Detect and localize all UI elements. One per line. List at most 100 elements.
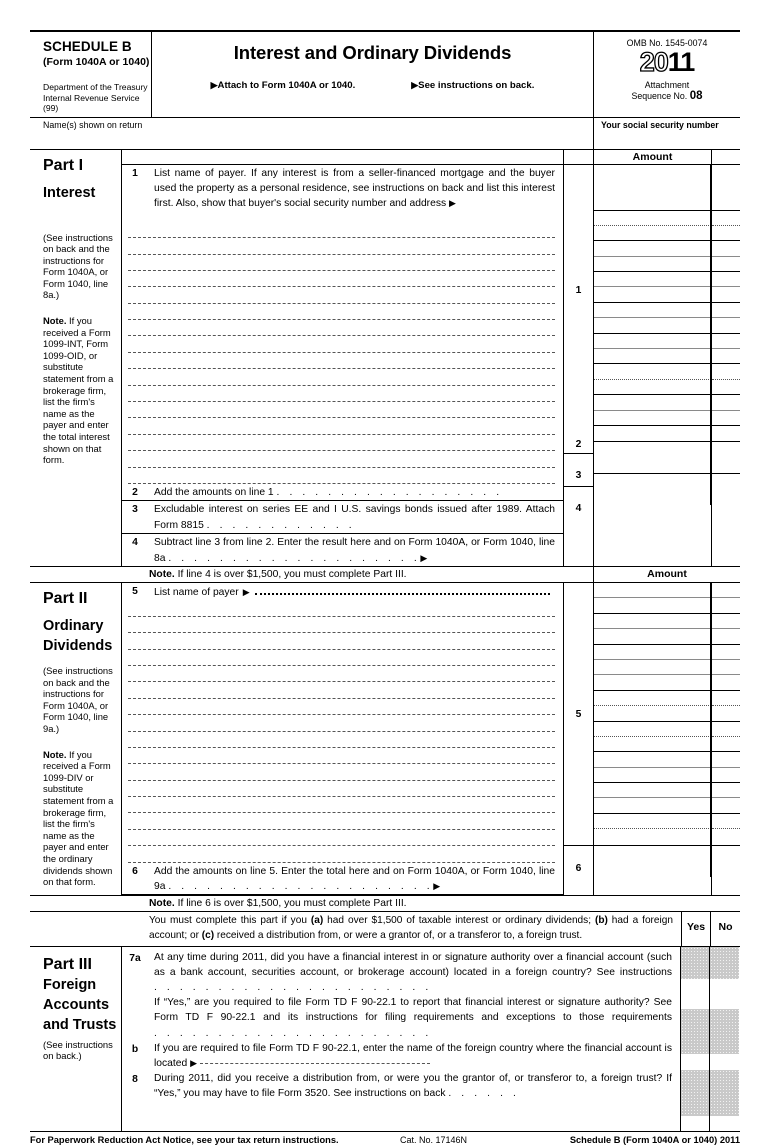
amount-cell[interactable]: [594, 629, 711, 645]
payer-line[interactable]: [128, 650, 555, 666]
payer-line[interactable]: [128, 764, 555, 781]
payer-name-input[interactable]: [254, 584, 550, 595]
part-1-cents-cells[interactable]: [712, 165, 740, 506]
payer-line[interactable]: [128, 846, 555, 863]
amount-cell[interactable]: [594, 318, 711, 334]
cents-cell[interactable]: [712, 614, 740, 630]
payer-line[interactable]: [128, 813, 555, 830]
cents-cell-line-2[interactable]: [712, 426, 740, 443]
cents-cell[interactable]: [712, 272, 740, 288]
foreign-country-input[interactable]: [199, 1063, 430, 1065]
amount-cell[interactable]: [594, 257, 711, 273]
cents-cell[interactable]: [712, 706, 740, 722]
amount-cell[interactable]: [594, 165, 711, 211]
payer-line[interactable]: [128, 732, 555, 748]
amount-cell[interactable]: [594, 737, 711, 753]
cents-cell[interactable]: [712, 411, 740, 426]
cents-cell-line-3[interactable]: [712, 442, 740, 475]
no-checkbox-7a-cont[interactable]: [710, 1054, 739, 1070]
cents-cell[interactable]: [712, 768, 740, 784]
cents-cell[interactable]: [712, 798, 740, 814]
amount-cell[interactable]: [594, 226, 711, 242]
payer-line[interactable]: [128, 748, 555, 765]
ssn-field[interactable]: Your social security number: [594, 118, 740, 149]
amount-cell[interactable]: [594, 768, 711, 784]
yes-checkbox-7a[interactable]: [681, 979, 709, 1009]
payer-line[interactable]: [128, 402, 555, 419]
amount-cell-line-2[interactable]: [594, 426, 711, 443]
payer-line[interactable]: [128, 353, 555, 370]
payer-line[interactable]: [128, 468, 555, 484]
amount-cell[interactable]: [594, 691, 711, 707]
amount-cell[interactable]: [594, 829, 711, 846]
payer-entry-lines[interactable]: [122, 222, 563, 484]
cents-cell[interactable]: [712, 211, 740, 226]
yes-checkbox-7a-cont[interactable]: [681, 1054, 709, 1070]
cents-cell[interactable]: [712, 165, 740, 211]
payer-line[interactable]: [128, 386, 555, 403]
cents-cell[interactable]: [712, 814, 740, 830]
cents-cell-line-6[interactable]: [712, 846, 740, 877]
cents-cell-line-4[interactable]: [712, 474, 740, 505]
yes-checkbox-8[interactable]: [681, 1116, 709, 1131]
amount-cell[interactable]: [594, 349, 711, 365]
payer-line[interactable]: [128, 600, 555, 617]
payer-line[interactable]: [128, 238, 555, 255]
cents-cell[interactable]: [712, 287, 740, 303]
cents-cell[interactable]: [712, 395, 740, 411]
payer-line[interactable]: [128, 617, 555, 634]
cents-cell[interactable]: [712, 645, 740, 660]
dividend-payer-entry-lines[interactable]: [122, 600, 563, 863]
payer-line[interactable]: [128, 255, 555, 271]
payer-line[interactable]: [128, 666, 555, 683]
cents-cell[interactable]: [712, 334, 740, 350]
payer-line[interactable]: [128, 699, 555, 716]
payer-line[interactable]: [128, 451, 555, 468]
cents-cell[interactable]: [712, 380, 740, 396]
amount-cell[interactable]: [594, 783, 711, 799]
amount-cell[interactable]: [594, 411, 711, 426]
amount-cell[interactable]: [594, 272, 711, 288]
cents-cell[interactable]: [712, 783, 740, 799]
amount-cell-line-3[interactable]: [594, 442, 711, 475]
amount-cell[interactable]: [594, 814, 711, 830]
amount-cell[interactable]: [594, 675, 711, 691]
cents-cell[interactable]: [712, 349, 740, 365]
no-checkbox-8[interactable]: [710, 1116, 739, 1131]
amount-cell-line-4[interactable]: [594, 474, 711, 505]
amount-cell[interactable]: [594, 241, 711, 257]
amount-cell[interactable]: [594, 598, 711, 614]
cents-cell[interactable]: [712, 226, 740, 242]
payer-line[interactable]: [128, 830, 555, 847]
amount-cell[interactable]: [594, 211, 711, 226]
amount-cell[interactable]: [594, 334, 711, 350]
payer-line[interactable]: [128, 320, 555, 337]
name-field[interactable]: Name(s) shown on return: [30, 117, 594, 149]
amount-cell[interactable]: [594, 722, 711, 737]
cents-cell[interactable]: [712, 598, 740, 614]
cents-cell[interactable]: [712, 722, 740, 737]
part-2-amount-cells[interactable]: [594, 583, 711, 877]
part-1-amount-cells[interactable]: [594, 164, 711, 506]
amount-cell[interactable]: [594, 645, 711, 660]
amount-cell[interactable]: [594, 798, 711, 814]
amount-cell[interactable]: [594, 303, 711, 319]
amount-cell[interactable]: [594, 380, 711, 396]
cents-cell[interactable]: [712, 241, 740, 257]
cents-cell[interactable]: [712, 364, 740, 380]
amount-cell[interactable]: [594, 364, 711, 380]
amount-cell[interactable]: [594, 660, 711, 676]
payer-line[interactable]: [128, 336, 555, 353]
amount-cell-line-6[interactable]: [594, 846, 711, 877]
payer-line[interactable]: [128, 369, 555, 386]
amount-cell[interactable]: [594, 583, 711, 599]
payer-line[interactable]: [128, 418, 555, 435]
part-2-cents-cells[interactable]: [712, 583, 740, 877]
cents-cell[interactable]: [712, 318, 740, 334]
payer-line[interactable]: [128, 633, 555, 650]
amount-cell[interactable]: [594, 752, 711, 768]
cents-cell[interactable]: [712, 257, 740, 273]
cents-cell[interactable]: [712, 691, 740, 707]
cents-cell[interactable]: [712, 660, 740, 676]
amount-cell[interactable]: [594, 287, 711, 303]
